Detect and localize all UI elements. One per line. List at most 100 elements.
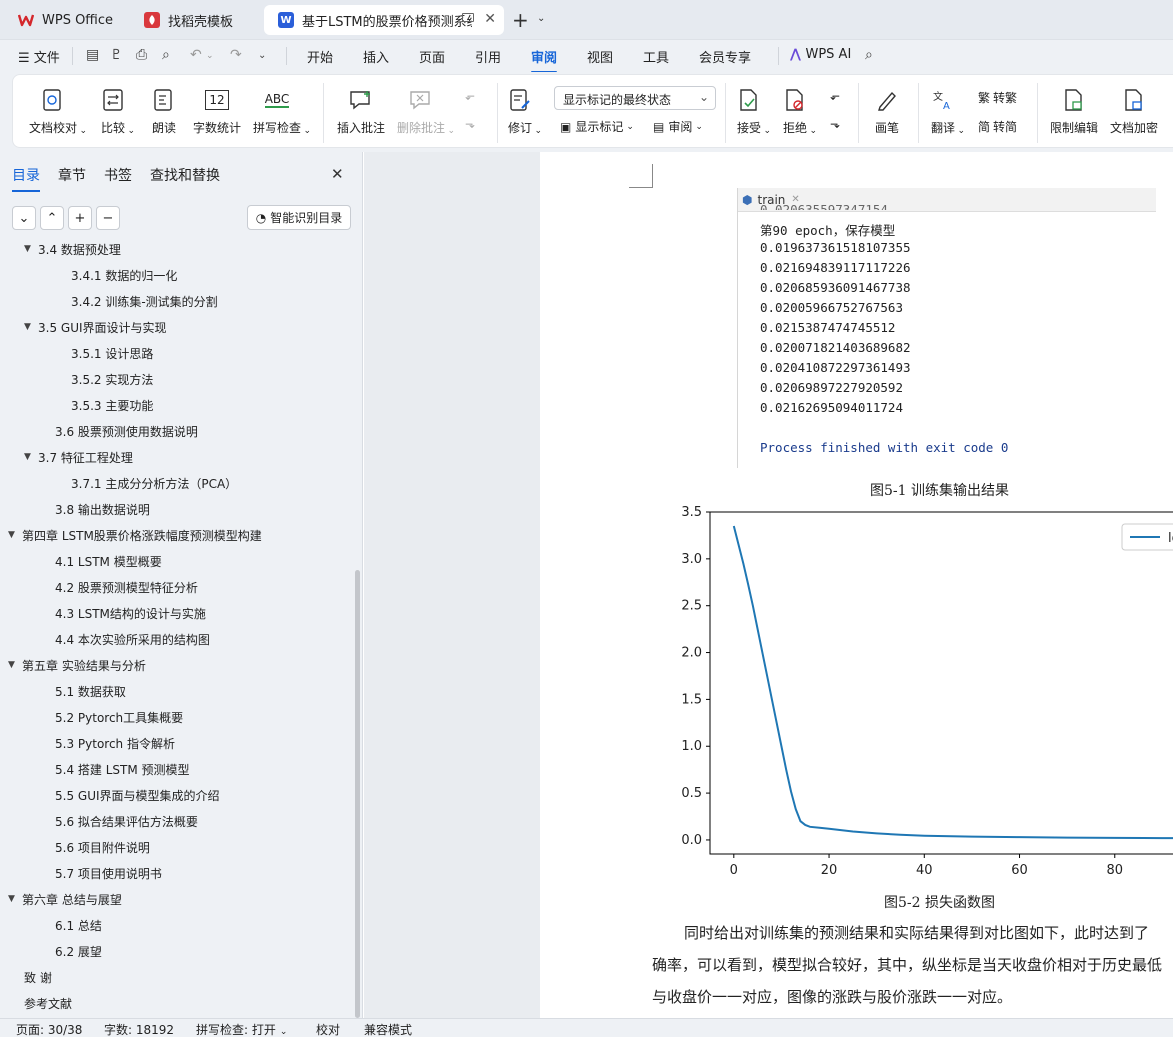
more-chevron-icon[interactable]: ⌄: [258, 50, 266, 61]
toc-item[interactable]: 4.1 LSTM 模型概要: [55, 550, 162, 572]
tab-document[interactable]: W 基于LSTM的股票价格预测系统 ✕: [264, 5, 504, 35]
tab-wps-office[interactable]: WPS Office: [4, 5, 124, 35]
reject-button[interactable]: 拒绝 ⌄: [783, 87, 817, 136]
toc-item[interactable]: 5.6 拟合结果评估方法概要: [55, 810, 198, 832]
proofread-button[interactable]: 文档校对 ⌄: [29, 87, 87, 136]
toc-item[interactable]: 3.5.3 主要功能: [71, 394, 153, 416]
menu-insert[interactable]: 插入: [363, 47, 389, 66]
save-icon[interactable]: ▤: [86, 47, 99, 63]
smart-toc-button[interactable]: ◔ 智能识别目录: [247, 205, 351, 230]
expand-arrow-icon[interactable]: ▼: [8, 530, 22, 540]
remove-heading-button[interactable]: −: [96, 206, 120, 230]
collapse-down-button[interactable]: ⌄: [12, 206, 36, 230]
new-tab-icon[interactable]: +: [512, 8, 529, 32]
compare-button[interactable]: 比较 ⌄: [101, 87, 135, 136]
file-menu[interactable]: ☰ 文件: [18, 47, 60, 66]
expand-arrow-icon[interactable]: ▼: [8, 894, 22, 904]
tab-toc[interactable]: 目录: [12, 165, 40, 192]
redo-icon[interactable]: ↷: [230, 47, 242, 63]
undo-icon[interactable]: ↶: [190, 47, 202, 63]
toc-item[interactable]: 3.4.2 训练集-测试集的分割: [71, 290, 218, 312]
share-icon[interactable]: ♇: [110, 47, 123, 63]
close-pane-icon[interactable]: ✕: [331, 165, 344, 183]
tab-list-chevron-icon[interactable]: ⌄: [537, 13, 545, 24]
translate-button[interactable]: 文A 翻译 ⌄: [931, 87, 965, 136]
toc-item[interactable]: 3.8 输出数据说明: [55, 498, 150, 520]
proofread-status[interactable]: 校对: [316, 1021, 340, 1037]
toc-item[interactable]: 3.5.1 设计思路: [71, 342, 153, 364]
print-icon[interactable]: ⎙: [136, 47, 147, 63]
encrypt-button[interactable]: 文档加密: [1110, 87, 1158, 136]
toc-item[interactable]: 6.2 展望: [55, 940, 102, 962]
menu-reference[interactable]: 引用: [475, 47, 501, 66]
menu-tools[interactable]: 工具: [643, 47, 669, 66]
toc-item[interactable]: 致 谢: [24, 966, 52, 988]
to-simplified-button[interactable]: 简转简: [978, 118, 1017, 135]
pen-button[interactable]: 画笔: [875, 87, 899, 136]
tab-chapters[interactable]: 章节: [58, 165, 86, 185]
tab-find-replace[interactable]: 查找和替换: [150, 165, 220, 185]
expand-arrow-icon[interactable]: ▼: [24, 244, 38, 254]
menu-start[interactable]: 开始: [307, 47, 333, 66]
search-icon[interactable]: ⌕: [865, 47, 873, 63]
spell-check-button[interactable]: ABC 拼写检查 ⌄: [253, 87, 311, 136]
add-heading-button[interactable]: +: [68, 206, 92, 230]
toc-item[interactable]: ▼ 第四章 LSTM股票价格涨跌幅度预测模型构建: [8, 524, 262, 546]
toc-item[interactable]: 3.5.2 实现方法: [71, 368, 153, 390]
restrict-edit-button[interactable]: 限制编辑: [1050, 87, 1098, 136]
word-count-button[interactable]: 12 字数统计: [193, 87, 241, 136]
expand-arrow-icon[interactable]: ▼: [24, 452, 38, 462]
toc-item[interactable]: 3.4.1 数据的归一化: [71, 264, 177, 286]
print-preview-icon[interactable]: ⌕: [162, 47, 170, 63]
toc-item[interactable]: 4.4 本次实验所采用的结构图: [55, 628, 210, 650]
toc-item[interactable]: ▼ 3.4 数据预处理: [24, 240, 121, 260]
tab-docer[interactable]: 找稻壳模板: [130, 5, 260, 35]
page-indicator[interactable]: 页面: 30/38: [16, 1021, 82, 1037]
toc-item[interactable]: 5.7 项目使用说明书: [55, 862, 162, 884]
accept-button[interactable]: 接受 ⌄: [737, 87, 771, 136]
next-comment-icon[interactable]: ⬎: [465, 117, 475, 131]
toc-item[interactable]: ▼ 3.5 GUI界面设计与实现: [24, 316, 167, 338]
to-traditional-button[interactable]: 繁转繁: [978, 89, 1017, 106]
toc-item[interactable]: 5.6 项目附件说明: [55, 836, 150, 858]
toc-item[interactable]: ▼ 3.7 特征工程处理: [24, 446, 133, 468]
review-pane-button[interactable]: ▤ 审阅 ⌄: [653, 118, 703, 135]
insert-comment-button[interactable]: 插入批注: [337, 87, 385, 136]
toc-item[interactable]: 6.1 总结: [55, 914, 102, 936]
delete-comment-button[interactable]: 删除批注 ⌄: [397, 87, 455, 136]
toc-item[interactable]: 5.5 GUI界面与模型集成的介绍: [55, 784, 220, 806]
spell-check-status[interactable]: 拼写检查: 打开 ⌄: [196, 1021, 287, 1037]
tab-bookmarks[interactable]: 书签: [104, 165, 132, 185]
toc-item[interactable]: ▼ 第六章 总结与展望: [8, 888, 122, 910]
toc-item[interactable]: 3.6 股票预测使用数据说明: [55, 420, 198, 442]
wps-ai-button[interactable]: ⋀ WPS AI: [790, 47, 851, 62]
prev-comment-icon[interactable]: ⬐: [465, 89, 475, 103]
expand-arrow-icon[interactable]: ▼: [8, 660, 22, 670]
toc-item[interactable]: 5.4 搭建 LSTM 预测模型: [55, 758, 190, 780]
menu-page[interactable]: 页面: [419, 47, 445, 66]
revise-button[interactable]: 修订 ⌄: [508, 87, 542, 136]
close-tab-icon[interactable]: ✕: [484, 11, 496, 27]
prev-change-icon[interactable]: ⬐: [830, 89, 840, 103]
markup-display-select[interactable]: 显示标记的最终状态 ⌄: [554, 86, 716, 110]
toc-item[interactable]: 5.3 Pytorch 指令解析: [55, 732, 175, 754]
toc-item[interactable]: ▼ 第五章 实验结果与分析: [8, 654, 146, 676]
toc-item[interactable]: 4.2 股票预测模型特征分析: [55, 576, 198, 598]
show-markup-button[interactable]: ▣ 显示标记 ⌄: [560, 118, 634, 135]
menu-view[interactable]: 视图: [587, 47, 613, 66]
next-change-icon[interactable]: ⬎: [830, 117, 840, 131]
collapse-up-button[interactable]: ⌃: [40, 206, 64, 230]
word-count-status[interactable]: 字数: 18192: [104, 1021, 174, 1037]
menu-member[interactable]: 会员专享: [699, 47, 751, 66]
toc-item[interactable]: 5.1 数据获取: [55, 680, 126, 702]
toc-item[interactable]: 参考文献: [24, 992, 72, 1014]
toc-item[interactable]: 3.7.1 主成分分析方法（PCA）: [71, 472, 237, 494]
toc-scrollbar[interactable]: [355, 570, 360, 1018]
read-aloud-button[interactable]: 朗读: [152, 87, 176, 136]
toc-item[interactable]: 4.3 LSTM结构的设计与实施: [55, 602, 206, 624]
expand-arrow-icon[interactable]: ▼: [24, 322, 38, 332]
tab-label: 找稻壳模板: [168, 14, 234, 30]
toc-item[interactable]: 5.2 Pytorch工具集概要: [55, 706, 183, 728]
menu-review[interactable]: 审阅: [531, 47, 558, 73]
undo-chevron-icon[interactable]: ⌄: [206, 51, 214, 61]
